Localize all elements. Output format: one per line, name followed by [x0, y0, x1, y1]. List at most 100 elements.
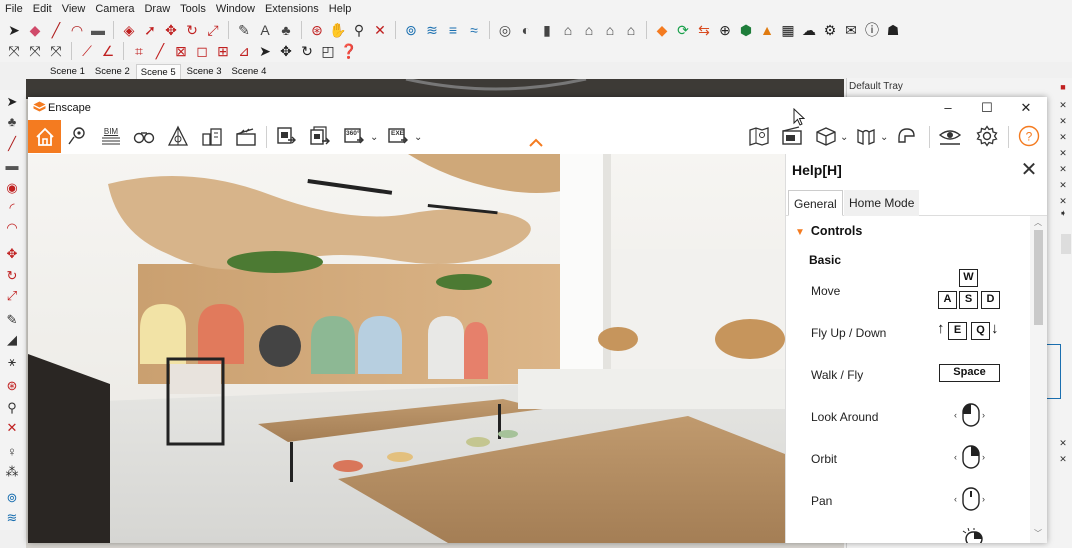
exe-export-icon[interactable]: EXE: [386, 125, 410, 147]
screenshot-export-icon[interactable]: [274, 125, 298, 147]
batch-export-icon[interactable]: [308, 125, 332, 147]
help-scrollbar[interactable]: ︿ ﹀: [1030, 216, 1047, 543]
grid-icon[interactable]: ⊞: [214, 42, 232, 60]
menu-edit[interactable]: Edit: [33, 3, 52, 15]
material-icon[interactable]: ▦: [779, 21, 797, 39]
video-editor-icon[interactable]: [780, 125, 804, 147]
enscape-link-icon[interactable]: ⇆: [695, 21, 713, 39]
section-plane-icon[interactable]: ◐: [517, 21, 535, 39]
arc-2-icon[interactable]: ◠: [3, 218, 21, 236]
extension-icon[interactable]: ≈: [465, 21, 483, 39]
minimize-button[interactable]: –: [933, 99, 963, 117]
zoom-icon[interactable]: ⚲: [350, 21, 368, 39]
house-icon[interactable]: ⌂: [559, 21, 577, 39]
angle-icon[interactable]: ∠: [99, 42, 117, 60]
rotate-icon[interactable]: ↻: [3, 266, 21, 284]
binoculars-icon[interactable]: [132, 125, 156, 147]
select-icon[interactable]: ➤: [5, 21, 23, 39]
settings-icon[interactable]: [974, 125, 1000, 147]
cursor-icon[interactable]: ➤: [256, 42, 274, 60]
house-front-icon[interactable]: ⌂: [580, 21, 598, 39]
tape-measure-icon[interactable]: ✎: [235, 21, 253, 39]
cube-icon[interactable]: [814, 125, 838, 147]
menu-view[interactable]: View: [62, 3, 86, 15]
tab-home-mode[interactable]: Home Mode: [844, 190, 920, 216]
chevron-down-icon[interactable]: ⌄: [370, 132, 378, 143]
close-icon[interactable]: ✕: [1056, 132, 1070, 144]
fullscreen-icon[interactable]: ◰: [319, 42, 337, 60]
paint-bucket-icon[interactable]: ♣: [277, 21, 295, 39]
map-icon[interactable]: [747, 125, 771, 147]
pan-icon[interactable]: ✋: [329, 21, 347, 39]
user-icon[interactable]: ☗: [884, 21, 902, 39]
circle-icon[interactable]: ◉: [3, 178, 21, 196]
walk-icon[interactable]: ⁂: [3, 462, 21, 480]
protractor-icon[interactable]: ◢: [3, 330, 21, 348]
scene-tab[interactable]: Scene 4: [228, 64, 271, 80]
help-icon[interactable]: ?: [1016, 125, 1042, 147]
scale-icon[interactable]: ⤢: [3, 286, 21, 304]
layers-icon[interactable]: ≋: [3, 508, 21, 526]
refresh-icon[interactable]: ↻: [298, 42, 316, 60]
scroll-up-icon[interactable]: ︿: [1034, 217, 1042, 228]
rectangle-icon[interactable]: ▬: [3, 156, 21, 174]
menu-tools[interactable]: Tools: [180, 3, 206, 15]
tape-icon[interactable]: ✎: [3, 310, 21, 328]
menu-draw[interactable]: Draw: [144, 3, 170, 15]
menu-help[interactable]: Help: [329, 3, 352, 15]
chevron-down-icon[interactable]: ⌄: [414, 132, 422, 143]
zoom-extents-icon[interactable]: ✕: [371, 21, 389, 39]
upload-icon[interactable]: ☁: [800, 21, 818, 39]
close-icon[interactable]: ✕: [1056, 116, 1070, 128]
move-icon[interactable]: ✥: [3, 244, 21, 262]
perspective-icon[interactable]: [166, 125, 190, 147]
book-icon[interactable]: ▮: [538, 21, 556, 39]
close-icon[interactable]: ✕: [1056, 454, 1070, 466]
scroll-thumb[interactable]: [1034, 230, 1043, 325]
controls-section-header[interactable]: ▼ Controls: [795, 224, 862, 238]
arrow-right-icon[interactable]: ➧: [1056, 208, 1070, 220]
help-circle-icon[interactable]: ❓: [340, 42, 358, 60]
settings-gear-icon[interactable]: ⚙: [821, 21, 839, 39]
follow-me-icon[interactable]: ➚: [141, 21, 159, 39]
slash-icon[interactable]: ╱: [151, 42, 169, 60]
dimension-3-icon[interactable]: ⤧: [47, 42, 65, 60]
scroll-track[interactable]: [1061, 234, 1071, 254]
render-viewport[interactable]: [28, 154, 785, 543]
scroll-down-icon[interactable]: ﹀: [1034, 528, 1042, 539]
chevron-down-icon[interactable]: ⌄: [880, 132, 888, 143]
zoom-icon[interactable]: ⚲: [3, 398, 21, 416]
crosshair-icon[interactable]: ✥: [277, 42, 295, 60]
text-icon[interactable]: A: [256, 21, 274, 39]
box-icon[interactable]: ◻: [193, 42, 211, 60]
arc-icon[interactable]: ◜: [3, 198, 21, 216]
paint-icon[interactable]: ♣: [3, 112, 21, 130]
pencil-icon[interactable]: ╱: [3, 134, 21, 152]
enscape-titlebar[interactable]: Enscape – ☐ ✕: [28, 97, 1047, 119]
push-pull-icon[interactable]: ◈: [120, 21, 138, 39]
arc-tool-icon[interactable]: ◠: [68, 21, 86, 39]
panorama-360-icon[interactable]: 360°: [342, 125, 366, 147]
chevron-down-icon[interactable]: ⌄: [840, 132, 848, 143]
layers-icon[interactable]: ≋: [423, 21, 441, 39]
tab-general[interactable]: General: [788, 190, 843, 216]
clapperboard-icon[interactable]: [234, 125, 258, 147]
line-tool-icon[interactable]: ╱: [47, 21, 65, 39]
close-icon[interactable]: ✕: [1056, 438, 1070, 450]
scene-tab[interactable]: Scene 3: [183, 64, 226, 80]
diagonal-icon[interactable]: ⟋: [78, 42, 96, 60]
rotate-icon[interactable]: ↻: [183, 21, 201, 39]
orbit-icon[interactable]: ⊛: [308, 21, 326, 39]
close-icon[interactable]: ■: [1056, 82, 1070, 94]
close-button[interactable]: ✕: [1011, 99, 1041, 117]
eye-icon[interactable]: [937, 125, 963, 147]
vr-headset-icon[interactable]: [854, 125, 878, 147]
scene-tab[interactable]: Scene 2: [91, 64, 134, 80]
house-side-icon[interactable]: ⌂: [622, 21, 640, 39]
zoom-extents-icon[interactable]: ✕: [3, 418, 21, 436]
move-icon[interactable]: ✥: [162, 21, 180, 39]
frame-icon[interactable]: ⌗: [130, 42, 148, 60]
warehouse-icon[interactable]: ⊚: [402, 21, 420, 39]
menu-window[interactable]: Window: [216, 3, 255, 15]
dimension-icon[interactable]: ⤧: [5, 42, 23, 60]
